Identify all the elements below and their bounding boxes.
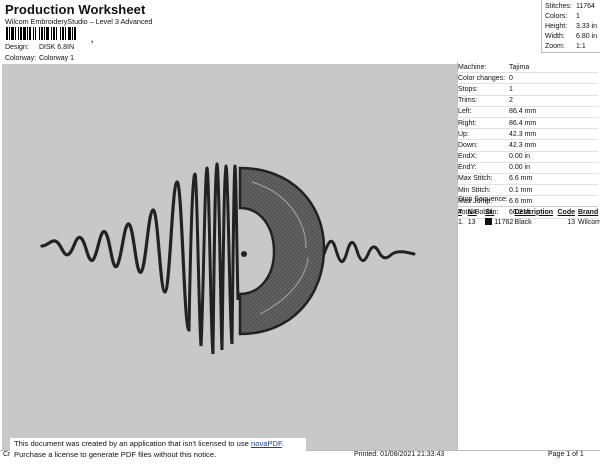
machine-info-row: Color changes: 0 bbox=[457, 73, 598, 85]
machine-info-value: 86.4 mm bbox=[509, 108, 537, 116]
sound-wave-right bbox=[322, 239, 416, 263]
notice-period: . bbox=[281, 439, 284, 448]
barcode-bar bbox=[76, 27, 77, 40]
stat-label: Colors: bbox=[545, 13, 568, 20]
machine-info-label: Trims: bbox=[458, 97, 478, 105]
software-subtitle: Wilcom EmbroideryStudio – Level 3 Advanc… bbox=[5, 17, 153, 26]
machine-info-row: Machine: Tajima bbox=[457, 62, 598, 74]
row-needle: 13 bbox=[467, 218, 476, 226]
machine-info-value: 0.00 in bbox=[509, 164, 531, 172]
page-number: Page 1 of 1 bbox=[548, 451, 584, 458]
machine-info-row: Left: 86.4 mm bbox=[457, 107, 598, 118]
stat-value: 1:1 bbox=[576, 43, 586, 50]
stat-label: Height: bbox=[545, 23, 568, 30]
col-stitches: St. bbox=[485, 208, 495, 216]
stop-sequence-heading: Stop Sequence: bbox=[457, 196, 598, 207]
machine-info-label: EndY: bbox=[458, 164, 477, 172]
machine-info-row: Down: 42.3 mm bbox=[457, 140, 598, 152]
table-row: 1. 13 11762 Black 13 Wilcom bbox=[457, 217, 600, 227]
row-stitches-cell: 11762 bbox=[485, 218, 514, 226]
machine-info-row: Up: 42.3 mm bbox=[457, 129, 598, 141]
stat-label: Width: bbox=[545, 33, 565, 40]
machine-info-value: 0.00 in bbox=[509, 153, 531, 161]
machine-info-value: 86.4 mm bbox=[509, 119, 537, 127]
machine-info-row: Max Stitch: 6.6 mm bbox=[457, 174, 598, 186]
machine-info-value: Tajima bbox=[509, 63, 530, 71]
machine-info-value: 1 bbox=[509, 85, 513, 93]
sound-wave-mid bbox=[139, 180, 191, 332]
stat-label: Zoom: bbox=[545, 43, 565, 50]
machine-info-row: EndY: 0.00 in bbox=[457, 163, 598, 174]
sound-wave-peaks bbox=[187, 162, 240, 355]
machine-info-row: Trims: 2 bbox=[457, 96, 598, 107]
machine-info-label: Up: bbox=[458, 130, 469, 138]
stat-label: Stitches: bbox=[545, 3, 572, 10]
col-code: Code bbox=[557, 208, 576, 216]
barcode-mark: , bbox=[91, 35, 94, 44]
colorway-label: Colorway: bbox=[5, 55, 37, 62]
stat-value: 11764 bbox=[576, 3, 595, 10]
design-label: Design: bbox=[5, 44, 29, 51]
stat-value: 1 bbox=[576, 13, 580, 20]
machine-info-row: Right: 86.4 mm bbox=[457, 118, 598, 130]
row-code: 13 bbox=[567, 218, 575, 226]
col-brand: Brand bbox=[578, 208, 599, 216]
machine-info-label: EndX: bbox=[458, 153, 478, 161]
stop-sequence-columns: # N# St. Description Code Brand bbox=[457, 207, 598, 217]
row-description: Black bbox=[514, 218, 532, 226]
design-row: Design: DISK 6,8IN bbox=[5, 44, 74, 51]
machine-info-label: Stops: bbox=[458, 85, 478, 93]
machine-info-row: Stops: 1 bbox=[457, 84, 598, 96]
col-description: Description bbox=[514, 208, 554, 216]
machine-info-label: Right: bbox=[458, 119, 477, 127]
machine-info-row: Min Stitch: 0.1 mm bbox=[457, 185, 598, 197]
notice-line-2: Purchase a license to generate PDF files… bbox=[14, 450, 217, 459]
stat-row: Colors: 1 bbox=[545, 13, 580, 20]
embroidery-design bbox=[40, 162, 416, 355]
machine-info-value: 42.3 mm bbox=[509, 130, 537, 138]
col-needle: N# bbox=[467, 208, 477, 216]
stats-box: Stitches: 11764 Colors: 1 Height: 3.33 in W… bbox=[541, 0, 600, 53]
record-spindle bbox=[241, 251, 247, 257]
col-num: # bbox=[458, 208, 462, 216]
machine-info-value: 0 bbox=[509, 74, 513, 82]
worksheet-page: Production Worksheet Wilcom EmbroiderySt… bbox=[0, 0, 600, 464]
barcode bbox=[6, 27, 98, 40]
stat-row: Zoom: 1:1 bbox=[545, 43, 586, 50]
machine-info-value: 0.1 mm bbox=[509, 186, 533, 194]
printed-timestamp: Printed: 01/08/2021 21:33:43 bbox=[354, 451, 445, 458]
colorway-row: Colorway: Colorway 1 bbox=[5, 55, 74, 62]
stat-value: 3.33 in bbox=[576, 23, 598, 30]
page-title: Production Worksheet bbox=[5, 2, 146, 17]
design-preview bbox=[2, 64, 457, 451]
stat-row: Stitches: 11764 bbox=[545, 3, 595, 10]
novapdf-link[interactable]: novaPDF bbox=[251, 439, 282, 448]
colorway-value: Colorway 1 bbox=[39, 55, 75, 62]
license-notice: This document was created by an applicat… bbox=[10, 438, 306, 462]
machine-info-row: EndX: 0.00 in bbox=[457, 152, 598, 163]
machine-info-label: Down: bbox=[458, 141, 478, 149]
row-num: 1. bbox=[458, 218, 464, 226]
design-value: DISK 6,8IN bbox=[39, 44, 75, 51]
stat-row: Width: 6.80 in bbox=[545, 33, 597, 40]
stat-value: 6.80 in bbox=[576, 33, 598, 40]
notice-text: This document was created by an applicat… bbox=[14, 439, 251, 448]
machine-info-label: Machine: bbox=[458, 63, 487, 71]
machine-info-label: Min Stitch: bbox=[458, 186, 491, 194]
row-stitches: 11762 bbox=[494, 219, 514, 226]
row-brand: Wilcom bbox=[578, 218, 600, 226]
vinyl-record bbox=[238, 166, 326, 336]
stat-row: Height: 3.33 in bbox=[545, 23, 597, 30]
machine-info-value: 6.6 mm bbox=[509, 175, 533, 183]
machine-info-label: Max Stitch: bbox=[458, 175, 493, 183]
color-swatch bbox=[485, 218, 493, 225]
sound-wave-left bbox=[40, 222, 143, 274]
machine-info-value: 42.3 mm bbox=[509, 141, 537, 149]
machine-info-label: Left: bbox=[458, 108, 472, 116]
notice-line-1: This document was created by an applicat… bbox=[14, 438, 306, 449]
machine-info-value: 2 bbox=[509, 97, 513, 105]
stop-sequence: Stop Sequence: # N# St. Description Code… bbox=[457, 196, 600, 227]
machine-info-label: Color changes: bbox=[458, 74, 506, 82]
